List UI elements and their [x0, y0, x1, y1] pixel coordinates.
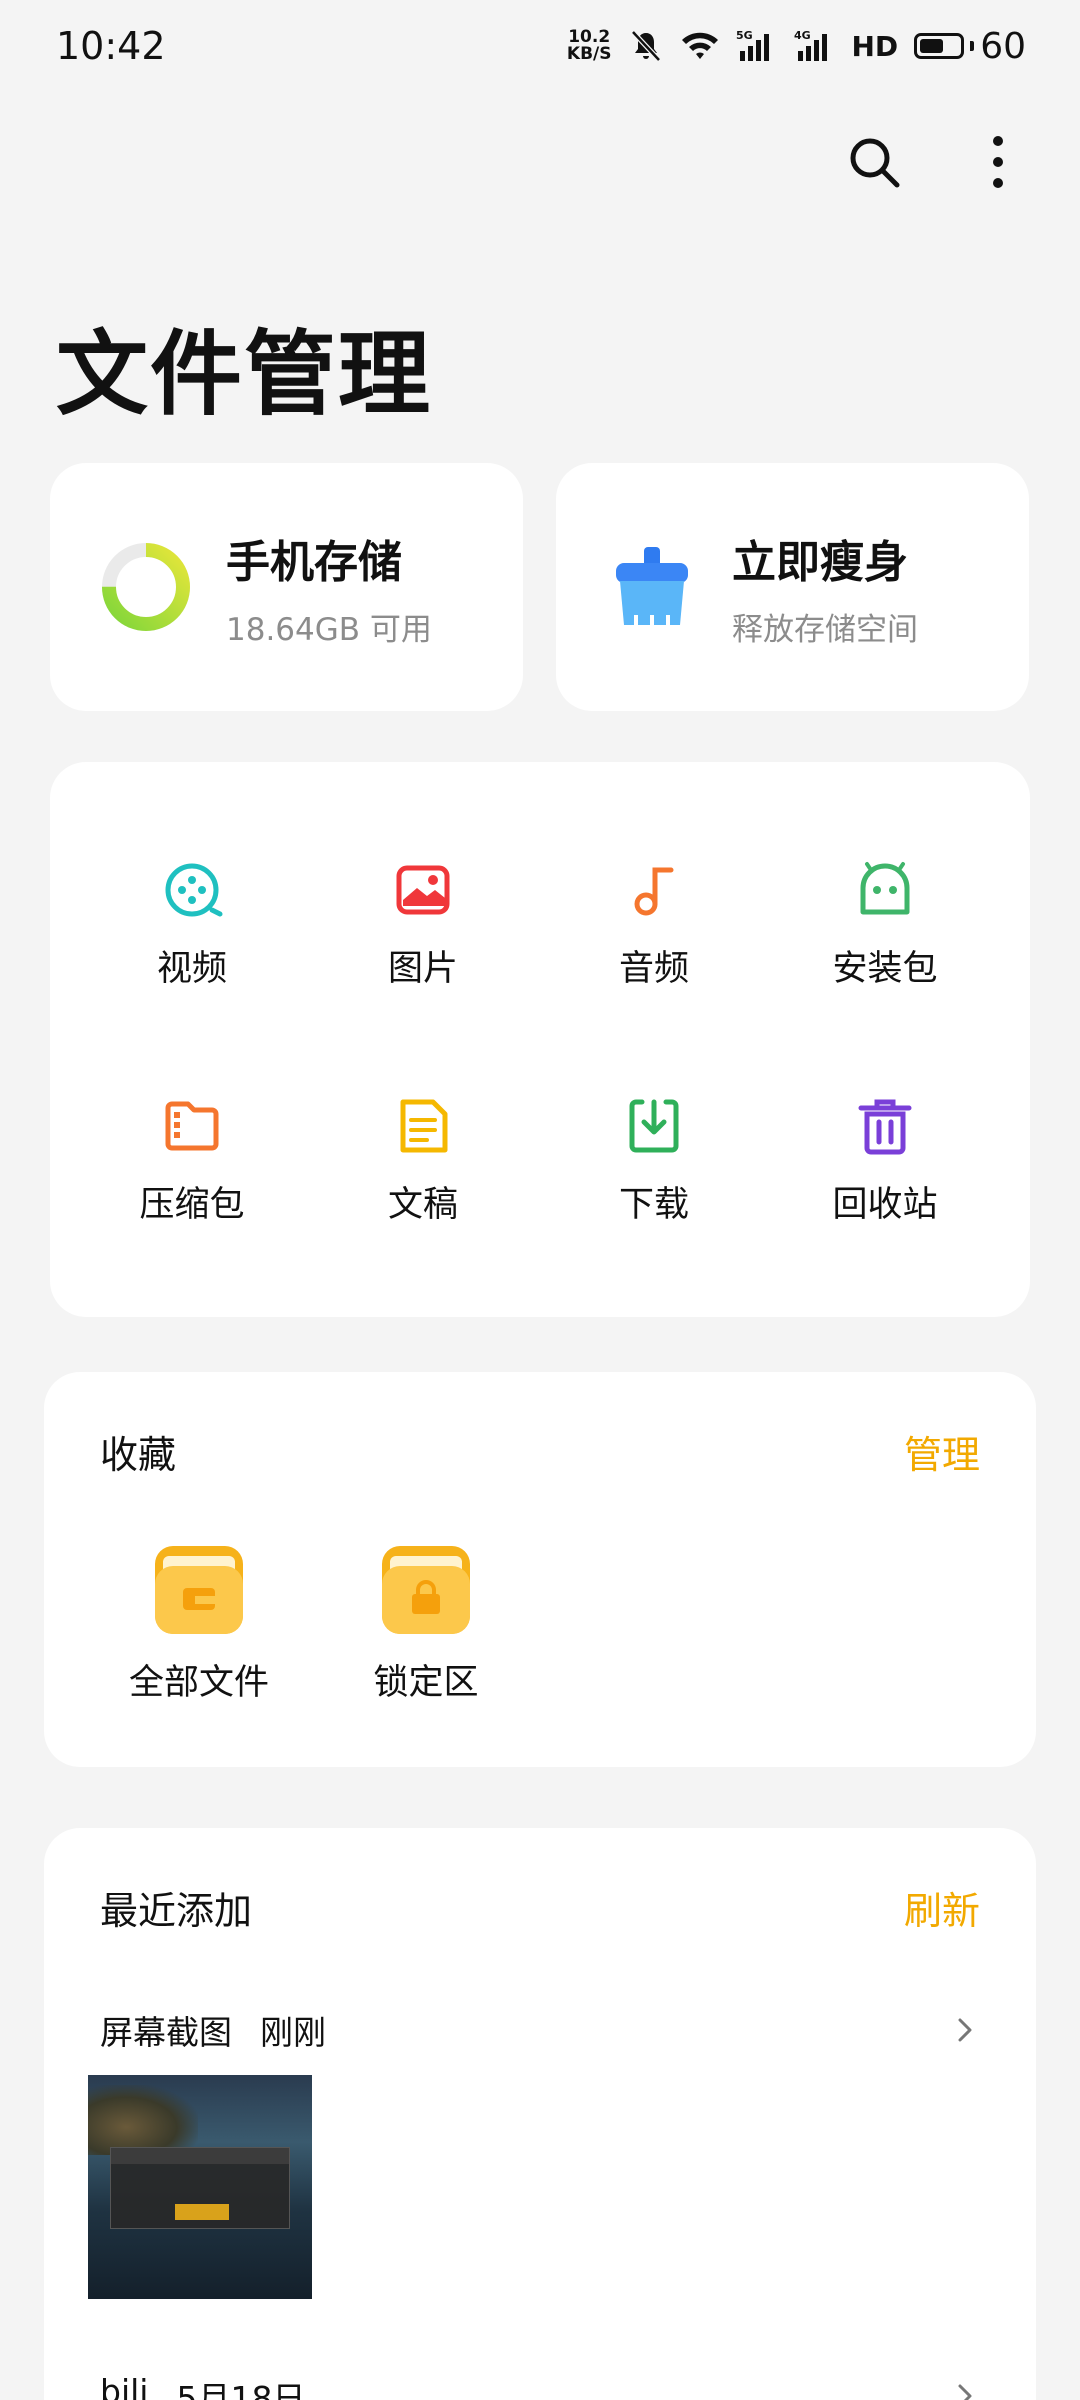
manage-button[interactable]: 管理	[904, 1424, 980, 1479]
cleanup-title: 立即瘦身	[732, 536, 908, 588]
recent-section: 最近添加 刷新 屏幕截图 刚刚 bili 5月18日	[44, 1828, 1036, 2400]
recent-group-screenshots[interactable]: 屏幕截图 刚刚	[100, 2006, 980, 2054]
screenshot-thumbnail[interactable]	[88, 2075, 312, 2299]
signal-5g-icon: 5G	[736, 29, 778, 63]
category-recycle-bin[interactable]: 回收站	[785, 1094, 985, 1227]
status-icons: 10.2 KB/S 5G 4G HD 60	[567, 26, 1026, 67]
search-button[interactable]	[842, 130, 906, 194]
svg-text:4G: 4G	[794, 29, 811, 42]
apk-icon	[860, 862, 910, 915]
category-image[interactable]: 图片	[323, 858, 523, 991]
download-icon	[629, 1099, 679, 1153]
favorite-lock-zone[interactable]: 锁定区	[341, 1542, 511, 1705]
cleanup-card[interactable]: 立即瘦身 释放存储空间	[556, 463, 1029, 711]
category-downloads[interactable]: 下载	[554, 1094, 754, 1227]
folder-all-files-icon	[155, 1546, 243, 1634]
category-audio[interactable]: 音频	[554, 858, 754, 991]
svg-text:5G: 5G	[736, 29, 753, 42]
wifi-icon	[680, 30, 720, 62]
storage-ring-icon	[102, 543, 190, 631]
storage-subtitle: 18.64GB 可用	[226, 611, 432, 648]
hd-indicator: HD	[851, 29, 899, 63]
chevron-right-icon	[958, 2384, 972, 2400]
recent-header: 最近添加 刷新	[100, 1880, 980, 1935]
storage-title: 手机存储	[226, 536, 402, 588]
category-archive[interactable]: 压缩包	[92, 1094, 292, 1227]
signal-4g-icon: 4G	[794, 29, 836, 63]
battery-percent: 60	[980, 25, 1026, 67]
recent-group-name: 屏幕截图	[100, 2013, 232, 2052]
image-icon	[396, 865, 450, 915]
music-icon	[634, 867, 674, 916]
toolbar	[842, 130, 1030, 194]
category-grid: 视频 图片 音频 安装包 压缩包 文稿 下载 回收站	[50, 762, 1030, 1317]
status-bar: 10:42 10.2 KB/S 5G 4G HD 60	[0, 0, 1080, 92]
cleanup-subtitle: 释放存储空间	[732, 611, 918, 648]
more-button[interactable]	[966, 130, 1030, 194]
more-vertical-icon	[993, 136, 1003, 188]
favorites-header: 收藏 管理	[100, 1424, 980, 1479]
category-documents[interactable]: 文稿	[323, 1094, 523, 1227]
document-icon	[400, 1099, 448, 1153]
search-icon	[850, 138, 900, 188]
recent-title: 最近添加	[100, 1889, 253, 1933]
folder-lock-icon	[382, 1546, 470, 1634]
network-speed: 10.2 KB/S	[566, 27, 612, 64]
recent-group-time: 刚刚	[260, 2013, 326, 2052]
trash-icon	[858, 1099, 912, 1155]
zip-icon	[165, 1101, 219, 1151]
favorites-title: 收藏	[100, 1433, 177, 1477]
page-title: 文件管理	[56, 321, 433, 428]
broom-icon	[616, 547, 688, 625]
category-video[interactable]: 视频	[92, 858, 292, 991]
video-icon	[165, 863, 223, 917]
category-apk[interactable]: 安装包	[785, 858, 985, 991]
battery-icon: 60	[914, 26, 1026, 67]
favorite-all-files[interactable]: 全部文件	[114, 1542, 284, 1705]
favorites-section: 收藏 管理 全部文件 锁定区	[44, 1372, 1036, 1767]
recent-group-time: 5月18日	[176, 2379, 306, 2400]
recent-group-bili[interactable]: bili 5月18日	[100, 2372, 980, 2400]
refresh-button[interactable]: 刷新	[904, 1880, 980, 1935]
chevron-right-icon	[958, 2018, 972, 2042]
phone-storage-card[interactable]: 手机存储 18.64GB 可用	[50, 463, 523, 711]
mute-icon	[628, 28, 664, 64]
recent-group-name: bili	[100, 2372, 149, 2400]
status-time: 10:42	[56, 24, 166, 68]
battery-level	[920, 39, 943, 53]
